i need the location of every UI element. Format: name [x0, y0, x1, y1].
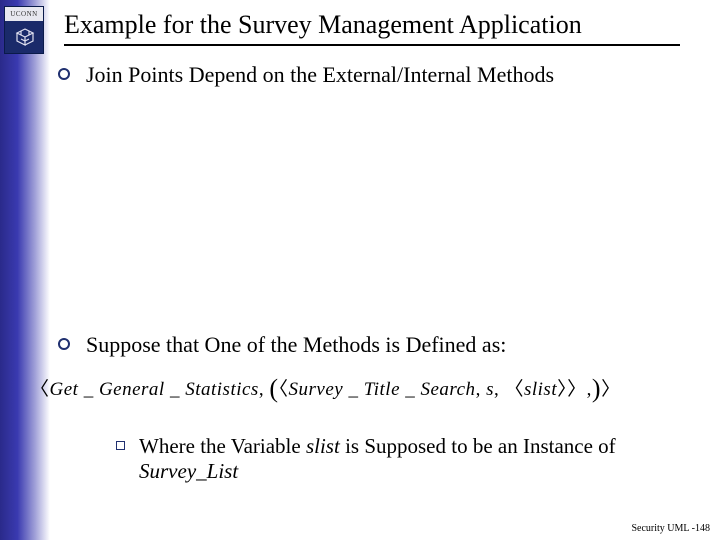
paren-close: ): [592, 374, 601, 403]
bullet-2: Suppose that One of the Methods is Defin…: [58, 332, 506, 358]
angle-close: 〉: [601, 379, 621, 400]
title-underline: [64, 44, 680, 46]
angle-close: 〉: [567, 379, 587, 400]
formula-term2: Survey _ Title _ Search: [289, 379, 476, 400]
slide-title: Example for the Survey Management Applic…: [64, 10, 582, 40]
paren-open: (: [269, 374, 278, 403]
logo-text: UCONN: [5, 7, 43, 21]
square-bullet-icon: [116, 441, 125, 450]
bullet-1: Join Points Depend on the External/Inter…: [58, 62, 554, 88]
comma: ,: [494, 379, 505, 400]
cube-icon: [13, 25, 37, 49]
circle-bullet-icon: [58, 338, 70, 350]
circle-bullet-icon: [58, 68, 70, 80]
sidebar-gradient: [0, 0, 50, 540]
angle-open: 〈: [279, 379, 289, 400]
formula-term3: s: [486, 379, 494, 400]
bullet-1-text: Join Points Depend on the External/Inter…: [86, 62, 554, 88]
sub-pre: Where the Variable: [139, 434, 306, 458]
uconn-logo: UCONN: [4, 6, 44, 54]
formula: 〈Get _ General _ Statistics, (〈Survey _ …: [30, 372, 621, 402]
bullet-2-text: Suppose that One of the Methods is Defin…: [86, 332, 506, 358]
formula-term4: slist: [524, 379, 557, 400]
sub-bullet: Where the Variable slist is Supposed to …: [116, 434, 676, 484]
sub-mid: is Supposed to be an Instance of: [340, 434, 616, 458]
footer-text: Security UML -148: [631, 523, 710, 534]
comma: ,: [259, 379, 270, 400]
formula-term1: Get _ General _ Statistics: [50, 379, 259, 400]
sub-var1: slist: [306, 434, 340, 458]
angle-open: 〈: [30, 379, 50, 400]
sub-var2: Survey_List: [139, 459, 238, 483]
comma: ,: [476, 379, 487, 400]
angle-open: 〈: [504, 379, 524, 400]
angle-close: 〉: [557, 379, 567, 400]
sub-bullet-text: Where the Variable slist is Supposed to …: [139, 434, 676, 484]
